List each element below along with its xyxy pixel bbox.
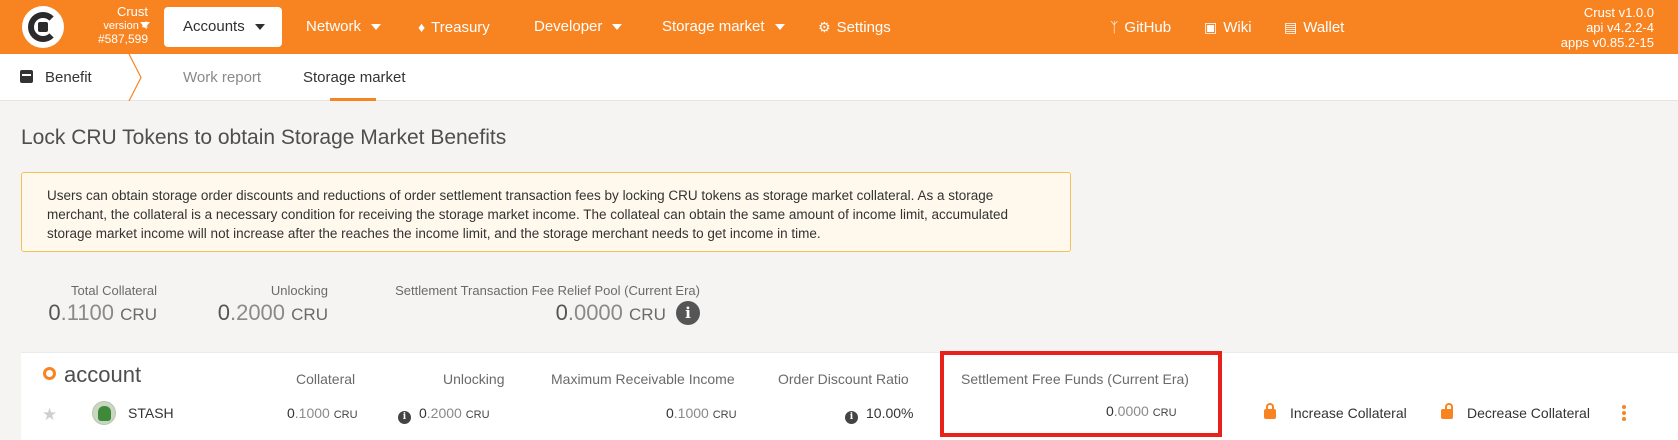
crust-logo-icon[interactable]	[22, 6, 64, 48]
nav-wiki-label: Wiki	[1223, 19, 1252, 36]
account-name[interactable]: STASH	[128, 405, 174, 421]
row-collateral: 0.1000 CRU	[287, 405, 358, 421]
lock-icon	[1264, 403, 1276, 419]
sub-navigation: Benefit Work report Storage market	[0, 54, 1678, 101]
summary-relief-pool: Settlement Transaction Fee Relief Pool (…	[374, 283, 700, 326]
column-max-income: Maximum Receivable Income	[551, 371, 735, 387]
nav-storage-market[interactable]: Storage market	[662, 0, 785, 54]
version-info: Crust v1.0.0 api v4.2.2-4 apps v0.85.2-1…	[1561, 5, 1654, 50]
nav-storage-market-label: Storage market	[662, 18, 765, 35]
chevron-down-icon[interactable]	[140, 22, 150, 28]
nav-wiki[interactable]: ▣ Wiki	[1204, 0, 1252, 54]
page-title: Lock CRU Tokens to obtain Storage Market…	[21, 126, 507, 149]
total-collateral-label: Total Collateral	[71, 283, 157, 298]
nav-settings-label: Settings	[836, 19, 891, 36]
nav-network-label: Network	[306, 18, 362, 35]
row-discount-ratio: i 10.00%	[845, 405, 913, 424]
account-table	[21, 352, 1678, 440]
total-collateral-value: 0.1100 CRU	[48, 300, 157, 325]
increase-collateral-button[interactable]: Increase Collateral	[1264, 403, 1407, 421]
nav-developer[interactable]: Developer	[534, 0, 623, 54]
gem-icon: ♦	[418, 19, 426, 35]
nav-wallet-label: Wallet	[1303, 19, 1345, 36]
summary-total-collateral: Total Collateral 0.1100 CRU	[44, 283, 157, 326]
nav-wallet[interactable]: ▤ Wallet	[1284, 0, 1344, 54]
code-branch-icon: ᛉ	[1110, 19, 1119, 35]
nav-settings[interactable]: ⚙ Settings	[818, 0, 891, 54]
unlock-icon	[1441, 403, 1453, 419]
nav-accounts[interactable]: Accounts	[164, 7, 282, 47]
nav-github-label: GitHub	[1124, 19, 1172, 36]
column-collateral: Collateral	[296, 371, 356, 387]
apps-version: apps v0.85.2-15	[1560, 35, 1654, 50]
account-table-heading: account	[43, 362, 141, 388]
unlocking-label: Unlocking	[270, 283, 328, 298]
relief-pool-value: 0.0000 CRU i	[374, 300, 700, 326]
api-version: api v4.2.2-4	[1586, 20, 1654, 35]
active-tab-indicator	[330, 98, 376, 101]
column-discount-ratio: Order Discount Ratio	[778, 371, 909, 387]
info-icon[interactable]: i	[398, 411, 411, 424]
chevron-down-icon	[774, 24, 785, 31]
chevron-down-icon	[612, 24, 623, 31]
decrease-collateral-button[interactable]: Decrease Collateral	[1441, 403, 1590, 421]
row-max-income: 0.1000 CRU	[666, 405, 737, 421]
tab-storage-market[interactable]: Storage market	[303, 54, 406, 101]
row-unlocking: i 0.2000 CRU	[398, 405, 490, 424]
nav-treasury[interactable]: ♦ Treasury	[418, 0, 490, 54]
cogs-icon: ⚙	[818, 19, 831, 35]
wallet-icon: ▤	[1284, 19, 1298, 35]
highlight-box	[940, 351, 1222, 437]
column-unlocking: Unlocking	[443, 371, 505, 387]
account-status-icon	[43, 367, 56, 380]
nav-developer-label: Developer	[534, 18, 603, 35]
nav-treasury-label: Treasury	[431, 19, 490, 36]
more-options-icon[interactable]	[1622, 405, 1626, 421]
unlocking-value: 0.2000 CRU	[217, 300, 328, 325]
notice-text: Users can obtain storage order discounts…	[47, 188, 1008, 241]
tab-work-report[interactable]: Work report	[183, 54, 261, 101]
chain-name: Crust	[116, 4, 148, 19]
node-version: Crust v1.0.0	[1583, 5, 1654, 20]
book-icon: ▣	[1204, 19, 1218, 35]
favorite-star-icon[interactable]: ★	[42, 405, 57, 425]
section-label: Benefit	[45, 69, 92, 86]
summary-unlocking: Unlocking 0.2000 CRU	[196, 283, 328, 326]
info-icon[interactable]: i	[676, 301, 700, 325]
block-number: #587,599	[97, 31, 148, 46]
top-navigation-bar: Crust version 4 #587,599 Accounts Networ…	[0, 0, 1678, 54]
calendar-icon	[20, 70, 33, 83]
chevron-down-icon	[254, 24, 265, 31]
decrease-collateral-label: Decrease Collateral	[1467, 405, 1590, 421]
nav-github[interactable]: ᛉ GitHub	[1110, 0, 1171, 54]
chevron-down-icon	[371, 24, 382, 31]
relief-pool-label: Settlement Transaction Fee Relief Pool (…	[395, 283, 700, 298]
info-icon[interactable]: i	[845, 411, 858, 424]
breadcrumb-separator-icon	[128, 54, 142, 101]
increase-collateral-label: Increase Collateral	[1290, 405, 1407, 421]
chain-version: version 4	[103, 19, 148, 32]
nav-network[interactable]: Network	[306, 0, 382, 54]
account-heading-label: account	[64, 362, 142, 387]
notice-box: Users can obtain storage order discounts…	[21, 172, 1071, 252]
section-benefit: Benefit	[20, 54, 92, 101]
nav-accounts-label: Accounts	[183, 18, 245, 35]
avatar[interactable]	[92, 401, 116, 425]
chain-selector[interactable]: Crust version 4 #587,599	[70, 4, 148, 46]
